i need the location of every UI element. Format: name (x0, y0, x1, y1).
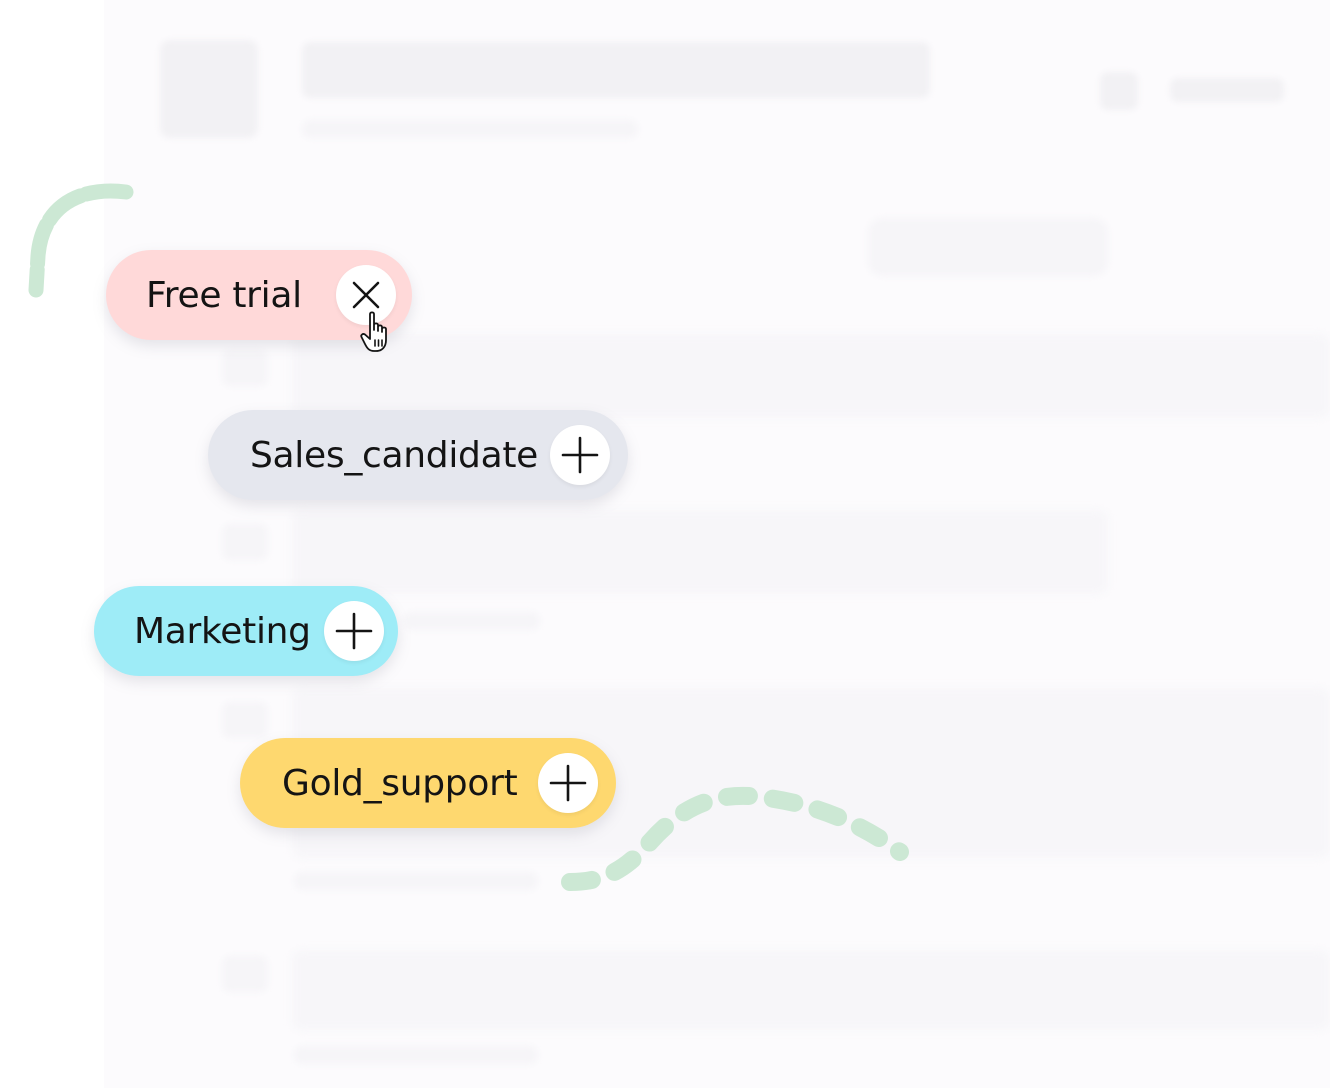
placeholder-title (302, 42, 930, 98)
placeholder-row (292, 510, 1108, 594)
tag-editor-illustration: Free trial Sales_candidate Marketing Gol… (0, 0, 1330, 1088)
hand-pointer-icon (360, 311, 387, 352)
placeholder-subtitle (302, 120, 638, 138)
plus-icon (561, 436, 599, 474)
tag-marketing[interactable]: Marketing (94, 586, 398, 676)
placeholder-row-text (294, 1046, 538, 1064)
placeholder-row-icon (222, 956, 268, 992)
tag-sales-candidate[interactable]: Sales_candidate (208, 410, 628, 500)
tag-label: Free trial (146, 274, 302, 316)
add-tag-button[interactable] (550, 425, 610, 485)
tag-gold-support[interactable]: Gold_support (240, 738, 616, 828)
add-tag-button[interactable] (324, 601, 384, 661)
placeholder-row-icon (222, 702, 268, 738)
placeholder-row-icon (222, 350, 268, 386)
placeholder-action (1170, 78, 1284, 102)
placeholder-row-text (404, 612, 540, 630)
placeholder-row-icon (222, 524, 268, 560)
plus-icon (335, 612, 373, 650)
tag-label: Gold_support (282, 762, 518, 804)
tag-label: Marketing (134, 610, 311, 652)
placeholder-icon (1100, 72, 1138, 110)
placeholder-button (868, 218, 1108, 276)
close-icon (352, 281, 380, 309)
placeholder-row (292, 950, 1330, 1030)
tag-label: Sales_candidate (250, 434, 539, 476)
add-tag-button[interactable] (538, 753, 598, 813)
background-app-panel (104, 0, 1330, 1088)
plus-icon (549, 764, 587, 802)
placeholder-row-text (294, 872, 538, 890)
placeholder-avatar (160, 40, 258, 138)
placeholder-row (292, 334, 1330, 418)
